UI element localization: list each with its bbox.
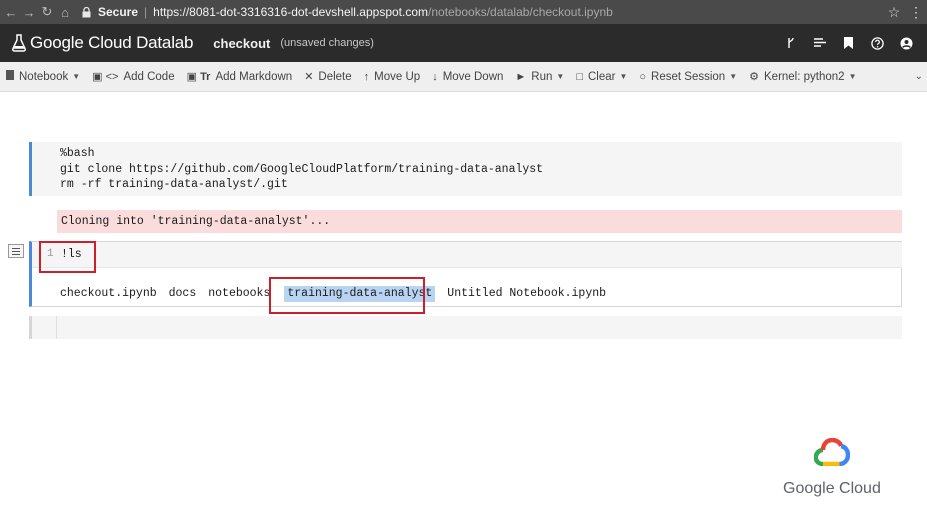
home-icon[interactable]: ⌂ <box>56 0 74 24</box>
reload-icon[interactable]: ↻ <box>38 0 56 24</box>
help-icon[interactable] <box>863 24 892 62</box>
chevron-down-icon: ▼ <box>848 72 857 81</box>
square-icon: □ <box>576 70 583 83</box>
app-name: Google Cloud Datalab <box>30 33 194 52</box>
output-item: docs <box>168 287 197 300</box>
lock-icon <box>82 6 94 18</box>
back-icon[interactable]: ← <box>2 0 20 24</box>
move-down-button[interactable]: ↓ Move Down <box>426 62 509 92</box>
star-icon[interactable]: ☆ <box>883 4 905 21</box>
notebook-title[interactable]: checkout <box>213 36 270 51</box>
arrow-down-icon: ↓ <box>432 70 438 83</box>
clear-label: Clear <box>587 70 616 83</box>
forward-icon[interactable]: → <box>20 0 38 24</box>
google-cloud-logo-icon <box>814 438 850 466</box>
notebook-menu-label: Notebook <box>19 70 69 83</box>
datalab-header: Google Cloud Datalab checkout (unsaved c… <box>0 24 927 62</box>
chevron-down-icon[interactable]: ▼ <box>619 72 627 81</box>
kernel-selector[interactable]: ⚙ Kernel: python2 ▼ <box>743 62 862 92</box>
kernel-gear-icon: ⚙ <box>749 71 759 83</box>
delete-button[interactable]: ✕ Delete <box>298 62 357 92</box>
url-host: https://8081-dot-3316316-dot-devshell.ap… <box>153 5 429 19</box>
chevron-down-icon: ▼ <box>72 72 81 81</box>
move-up-button[interactable]: ↑ Move Up <box>358 62 427 92</box>
output-item: Untitled Notebook.ipynb <box>447 287 607 300</box>
address-bar[interactable]: https://8081-dot-3316316-dot-devshell.ap… <box>153 5 613 19</box>
play-icon: ► <box>515 70 527 83</box>
code-line: %bash <box>60 147 95 160</box>
branch-icon[interactable] <box>776 24 805 62</box>
move-up-label: Move Up <box>374 70 421 83</box>
highlight-box-folder <box>269 277 425 314</box>
chevron-down-icon[interactable]: ▼ <box>729 72 737 81</box>
notebook-menu-button[interactable]: Notebook ▼ <box>0 62 86 92</box>
toolbar-overflow-icon[interactable]: ⌄ <box>915 71 927 82</box>
add-code-icon: ▣ <> <box>92 71 119 83</box>
notebook-icon <box>6 70 14 83</box>
cell-gutter <box>32 316 57 339</box>
code-line: rm -rf training-data-analyst/.git <box>60 178 288 191</box>
run-button[interactable]: ► Run ▼ <box>509 62 570 92</box>
move-down-label: Move Down <box>442 70 504 83</box>
reset-session-button[interactable]: ○ Reset Session ▼ <box>633 62 743 92</box>
code-cell-ls[interactable]: 1 !ls checkout.ipynb docs notebooks trai… <box>29 241 902 307</box>
add-code-label: Add Code <box>123 70 175 83</box>
cell-menu-icon[interactable] <box>8 244 24 258</box>
chevron-down-icon[interactable]: ▼ <box>556 72 564 81</box>
empty-code-cell[interactable] <box>29 316 902 339</box>
datalab-logo-icon <box>12 34 26 52</box>
account-icon[interactable] <box>892 24 921 62</box>
highlight-box-command <box>39 241 96 273</box>
bookmark-icon[interactable] <box>834 24 863 62</box>
add-code-button[interactable]: ▣ <> Add Code <box>86 62 180 92</box>
browser-actions: ☆ ⋮ <box>883 4 927 21</box>
output-item: notebooks <box>208 287 271 300</box>
google-cloud-watermark: Google Cloud <box>778 436 888 500</box>
arrow-up-icon: ↑ <box>363 70 370 83</box>
output-text: Cloning into 'training-data-analyst'... <box>61 215 331 228</box>
reset-icon: ○ <box>639 70 647 83</box>
cell-code[interactable]: %bash git clone https://github.com/Google… <box>60 146 543 193</box>
browser-toolbar: ← → ↻ ⌂ Secure | https://8081-dot-331631… <box>0 0 927 24</box>
address-separator: | <box>144 5 148 19</box>
add-markdown-icon: ▣ Tr <box>186 71 211 83</box>
google-cloud-text: Google Cloud <box>783 480 881 497</box>
run-label: Run <box>531 70 553 83</box>
url-path: /notebooks/datalab/checkout.ipynb <box>428 5 613 19</box>
add-markdown-label: Add Markdown <box>215 70 293 83</box>
clear-button[interactable]: □ Clear ▼ <box>570 62 633 92</box>
secure-label: Secure <box>98 5 139 19</box>
list-icon[interactable] <box>805 24 834 62</box>
delete-icon: ✕ <box>304 71 314 83</box>
code-line: git clone https://github.com/GoogleCloud… <box>60 162 544 176</box>
delete-label: Delete <box>318 70 352 83</box>
reset-session-label: Reset Session <box>651 70 726 83</box>
code-cell-bash[interactable]: %bash git clone https://github.com/Google… <box>29 142 902 196</box>
notebook-save-status: (unsaved changes) <box>280 37 374 49</box>
kernel-label: Kernel: python2 <box>764 70 845 83</box>
header-actions <box>776 24 921 62</box>
notebook-toolbar: Notebook ▼ ▣ <> Add Code ▣ Tr Add Markdo… <box>0 62 927 92</box>
cell-output-stderr: Cloning into 'training-data-analyst'... <box>57 210 902 233</box>
more-icon[interactable]: ⋮ <box>905 4 927 21</box>
cell-input[interactable]: 1 !ls <box>32 242 902 268</box>
output-item: checkout.ipynb <box>60 287 157 300</box>
add-markdown-button[interactable]: ▣ Tr Add Markdown <box>181 62 299 92</box>
